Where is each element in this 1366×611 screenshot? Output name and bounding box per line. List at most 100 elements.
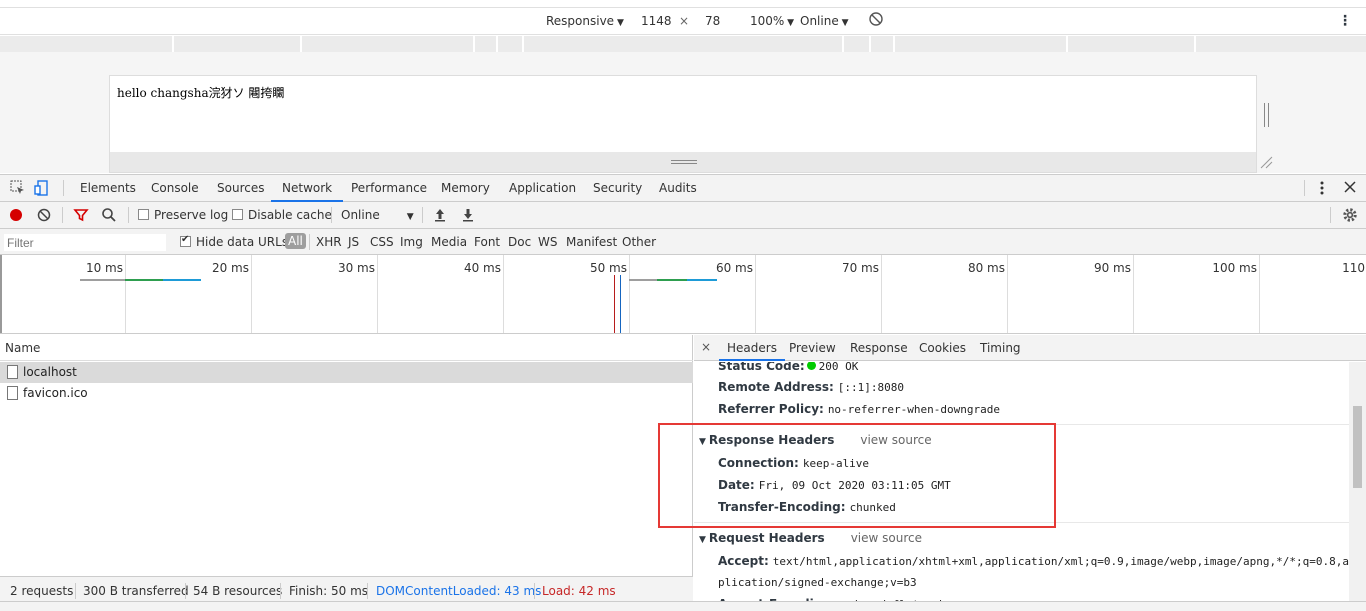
devtools-tabbar: Elements Console Sources Network Perform… bbox=[0, 175, 1366, 202]
section-title: Request Headers bbox=[708, 531, 825, 545]
network-overview-timeline[interactable]: 10 ms 20 ms 30 ms 40 ms 50 ms 60 ms 70 m… bbox=[0, 255, 1366, 334]
tab-network[interactable]: Network bbox=[271, 175, 344, 202]
network-settings-gear-icon[interactable] bbox=[1342, 207, 1358, 223]
header-value: 200 OK bbox=[818, 362, 859, 373]
header-accept-continued: plication/signed-exchange;v=b3 bbox=[718, 575, 917, 589]
timeline-ttfb-bar bbox=[125, 279, 163, 281]
column-name-header[interactable]: Name bbox=[5, 341, 40, 355]
finish-time: Finish: 50 ms bbox=[289, 584, 369, 598]
tab-cookies[interactable]: Cookies bbox=[919, 335, 966, 361]
search-icon[interactable] bbox=[101, 207, 117, 223]
request-list: Name localhost favicon.ico 2 requests 30… bbox=[0, 335, 693, 611]
timeline-tick: 60 ms bbox=[715, 261, 753, 275]
timeline-tick: 50 ms bbox=[589, 261, 627, 275]
record-icon[interactable] bbox=[8, 207, 24, 223]
header-accept: Accept: text/html,application/xhtml+xml,a… bbox=[718, 554, 1349, 568]
devtools-bottom-drawer-edge bbox=[0, 601, 1366, 611]
tab-response[interactable]: Response bbox=[850, 335, 908, 361]
header-status-code: Status Code: 200 OK bbox=[718, 362, 858, 373]
disable-cache-checkbox[interactable]: Disable cache bbox=[232, 208, 332, 222]
header-value: no-referrer-when-downgrade bbox=[827, 403, 1000, 416]
detail-scrollbar[interactable] bbox=[1349, 362, 1366, 611]
timeline-tick: 70 ms bbox=[841, 261, 879, 275]
filter-input[interactable] bbox=[4, 234, 166, 251]
filter-type-other[interactable]: Other bbox=[622, 235, 656, 249]
filter-type-css[interactable]: CSS bbox=[370, 235, 394, 249]
timeline-tick: 110 bbox=[1342, 261, 1365, 275]
network-throttle-select[interactable]: Online ▼ bbox=[341, 208, 414, 222]
tab-headers[interactable]: Headers bbox=[719, 335, 785, 361]
tab-memory[interactable]: Memory bbox=[441, 175, 490, 202]
dom-content-loaded-marker bbox=[620, 275, 621, 333]
timeline-tick: 30 ms bbox=[337, 261, 375, 275]
filter-type-xhr[interactable]: XHR bbox=[316, 235, 342, 249]
detail-tabbar: × Headers Preview Response Cookies Timin… bbox=[694, 335, 1366, 361]
scrollbar-thumb[interactable] bbox=[1353, 406, 1362, 488]
device-toggle-icon[interactable] bbox=[33, 179, 51, 197]
filter-type-img[interactable]: Img bbox=[400, 235, 423, 249]
tab-preview[interactable]: Preview bbox=[789, 335, 836, 361]
filter-type-doc[interactable]: Doc bbox=[508, 235, 531, 249]
request-name: favicon.ico bbox=[23, 386, 88, 400]
filter-type-manifest[interactable]: Manifest bbox=[566, 235, 617, 249]
header-referrer-policy: Referrer Policy: no-referrer-when-downgra… bbox=[718, 402, 1000, 416]
filter-icon[interactable] bbox=[73, 207, 89, 223]
tab-performance[interactable]: Performance bbox=[351, 175, 427, 202]
dom-content-loaded-time: DOMContentLoaded: 43 ms bbox=[376, 584, 542, 598]
filter-type-ws[interactable]: WS bbox=[538, 235, 557, 249]
load-time: Load: 42 ms bbox=[542, 584, 616, 598]
view-source-link[interactable]: view source bbox=[851, 531, 922, 545]
document-icon bbox=[7, 365, 18, 379]
tab-timing[interactable]: Timing bbox=[980, 335, 1021, 361]
request-list-header[interactable]: Name bbox=[0, 335, 693, 361]
inspect-element-icon[interactable] bbox=[9, 179, 27, 197]
devtools-panel: Elements Console Sources Network Perform… bbox=[0, 174, 1366, 611]
network-toolbar: Preserve log Disable cache Online ▼ bbox=[0, 202, 1366, 229]
filter-type-media[interactable]: Media bbox=[431, 235, 467, 249]
preserve-log-checkbox[interactable]: Preserve log bbox=[138, 208, 228, 222]
device-more-icon[interactable]: ⋮ bbox=[1338, 13, 1352, 29]
filter-type-font[interactable]: Font bbox=[474, 235, 500, 249]
request-row-localhost[interactable]: localhost bbox=[0, 362, 693, 383]
rotate-icon[interactable] bbox=[868, 11, 884, 30]
tab-security[interactable]: Security bbox=[593, 175, 642, 202]
tab-application[interactable]: Application bbox=[509, 175, 576, 202]
network-status-bar: 2 requests 300 B transferred 54 B resour… bbox=[0, 576, 693, 604]
viewport-right-resize-handle[interactable] bbox=[1257, 75, 1277, 153]
timeline-tick: 100 ms bbox=[1212, 261, 1257, 275]
close-detail-icon[interactable]: × bbox=[701, 340, 711, 354]
import-har-icon[interactable] bbox=[432, 207, 448, 223]
tab-audits[interactable]: Audits bbox=[659, 175, 697, 202]
timeline-ttfb-bar bbox=[657, 279, 687, 281]
request-headers-section[interactable]: ▼ Request Headers view source bbox=[699, 531, 922, 545]
tab-console[interactable]: Console bbox=[151, 175, 199, 202]
timeline-waiting-bar bbox=[80, 279, 125, 281]
dimension-separator: × bbox=[679, 14, 690, 28]
filter-type-all[interactable]: All bbox=[285, 233, 306, 249]
page-content-text: hello changsha浣犲ソ 闀挎矙 bbox=[117, 86, 285, 100]
tab-elements[interactable]: Elements bbox=[80, 175, 136, 202]
viewport-bottom-resize-handle[interactable] bbox=[110, 152, 1256, 172]
header-value: plication/signed-exchange;v=b3 bbox=[718, 576, 917, 589]
viewport-corner-resize-handle[interactable] bbox=[1259, 155, 1275, 171]
viewport-height-input[interactable]: 78 bbox=[705, 14, 720, 28]
timeline-download-bar bbox=[687, 279, 717, 281]
hide-data-urls-label: Hide data URLs bbox=[196, 235, 289, 249]
tab-sources[interactable]: Sources bbox=[217, 175, 264, 202]
export-har-icon[interactable] bbox=[460, 207, 476, 223]
header-value: [::1]:8080 bbox=[837, 381, 905, 394]
clear-icon[interactable] bbox=[36, 207, 52, 223]
viewport-width-input[interactable]: 1148 bbox=[641, 14, 672, 28]
filter-type-js[interactable]: JS bbox=[348, 235, 359, 249]
page-viewport: hello changsha浣犲ソ 闀挎矙 bbox=[109, 75, 1257, 173]
header-value: text/html,application/xhtml+xml,applicat… bbox=[772, 555, 1349, 568]
request-row-favicon[interactable]: favicon.ico bbox=[0, 383, 693, 404]
annotation-highlight-box bbox=[658, 423, 1056, 528]
hide-data-urls-checkbox[interactable]: Hide data URLs bbox=[180, 234, 289, 249]
device-select[interactable]: Responsive bbox=[546, 14, 624, 28]
throttle-select[interactable]: Online bbox=[800, 14, 849, 28]
zoom-select[interactable]: 100% bbox=[750, 14, 794, 28]
devtools-more-icon[interactable] bbox=[1315, 180, 1333, 198]
devtools-close-icon[interactable] bbox=[1343, 180, 1361, 198]
header-key: Referrer Policy: bbox=[718, 402, 824, 416]
